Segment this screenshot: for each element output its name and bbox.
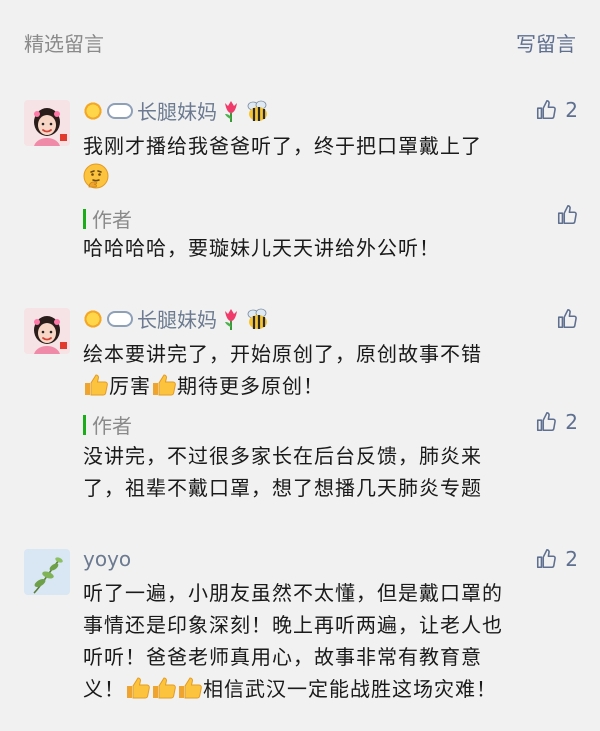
thumbs-up-icon [556, 204, 578, 226]
comment-text-line: 我刚才播给我爸爸听了，终于把口罩戴上了 [83, 134, 482, 158]
author-label: 作者 [92, 414, 132, 438]
comment-text-line: 听听！爸爸老师真用心，故事非常有教育意 [83, 645, 482, 669]
thumbs-up-icon [535, 548, 557, 570]
featured-comments-title: 精选留言 [24, 32, 104, 56]
commenter-avatar[interactable] [24, 549, 70, 595]
author-reply-header: 作者 [83, 410, 132, 439]
thumbs-up-emoji-icon [125, 676, 151, 700]
sun-emoji-icon [83, 308, 103, 329]
reply-like-button[interactable] [556, 204, 578, 226]
comment-text-segment: 厉害 [109, 374, 151, 398]
commenter-name-row: 长腿妹妈 [83, 96, 271, 125]
cloud-emoji-icon [107, 102, 133, 119]
sun-emoji-icon [83, 100, 103, 121]
commenter-name-row: 长腿妹妈 [83, 304, 271, 333]
thumbs-up-emoji-icon [177, 676, 203, 700]
comments-header: 精选留言 写留言 [0, 0, 600, 80]
write-comment-button[interactable]: 写留言 [516, 28, 576, 57]
reply-bar [83, 208, 86, 229]
thinking-face-emoji-icon [83, 163, 109, 189]
like-button[interactable]: 2 [535, 547, 578, 571]
commenter-name: yoyo [83, 547, 132, 571]
cloud-emoji-icon [107, 310, 133, 327]
tulip-emoji-icon [225, 308, 237, 330]
comment-text-segment: 期待更多原创！ [177, 374, 324, 398]
commenter-name: 长腿妹妈 [137, 100, 217, 124]
comment-text-line [83, 162, 563, 194]
comment-text-line: 绘本要讲完了，开始原创了，原创故事不错 [83, 342, 482, 366]
comment-text: 我刚才播给我爸爸听了，终于把口罩戴上了 [83, 130, 563, 194]
thumbs-up-icon [556, 308, 578, 330]
commenter-avatar[interactable] [24, 100, 70, 146]
commenter-name: 长腿妹妈 [137, 308, 217, 332]
comment-text-line: 义！ 相信武汉一定能战胜这场灾难！ [83, 673, 563, 705]
thumbs-up-emoji-icon [151, 373, 177, 397]
comment-text-line: 听了一遍，小朋友虽然不太懂，但是戴口罩的 [83, 581, 503, 605]
thumbs-up-icon [535, 99, 557, 121]
thumbs-up-icon [535, 411, 557, 433]
reply-text-line: 了，祖辈不戴口罩，想了想播几天肺炎专题 [83, 476, 482, 500]
author-reply-text: 没讲完，不过很多家长在后台反馈，肺炎来 了，祖辈不戴口罩，想了想播几天肺炎专题 [83, 440, 563, 504]
author-reply-text: 哈哈哈哈，要璇妹儿天天讲给外公听！ [83, 236, 440, 260]
reply-like-button[interactable]: 2 [535, 410, 578, 434]
comment-text: 听了一遍，小朋友虽然不太懂，但是戴口罩的 事情还是印象深刻！晚上再听两遍，让老人… [83, 577, 563, 705]
like-count: 2 [565, 98, 578, 122]
author-label: 作者 [92, 208, 132, 232]
comment-text-line: 事情还是印象深刻！晚上再听两遍，让老人也 [83, 613, 503, 637]
thumbs-up-emoji-icon [83, 373, 109, 397]
like-button[interactable] [556, 308, 578, 330]
like-count: 2 [565, 547, 578, 571]
author-reply-header: 作者 [83, 204, 132, 233]
comment-text: 绘本要讲完了，开始原创了，原创故事不错 厉害 期待更多原创！ [83, 338, 563, 402]
reply-text-line: 没讲完，不过很多家长在后台反馈，肺炎来 [83, 444, 482, 468]
bee-emoji-icon [247, 100, 267, 121]
comment-text-segment: 相信武汉一定能战胜这场灾难！ [203, 677, 497, 701]
thumbs-up-emoji-icon [151, 676, 177, 700]
like-button[interactable]: 2 [535, 98, 578, 122]
comment-text-line: 厉害 期待更多原创！ [83, 370, 563, 402]
like-count: 2 [565, 410, 578, 434]
commenter-avatar[interactable] [24, 308, 70, 354]
tulip-emoji-icon [225, 100, 237, 122]
bee-emoji-icon [247, 308, 267, 329]
comment-text-segment: 义！ [83, 677, 125, 701]
reply-bar [83, 414, 86, 435]
